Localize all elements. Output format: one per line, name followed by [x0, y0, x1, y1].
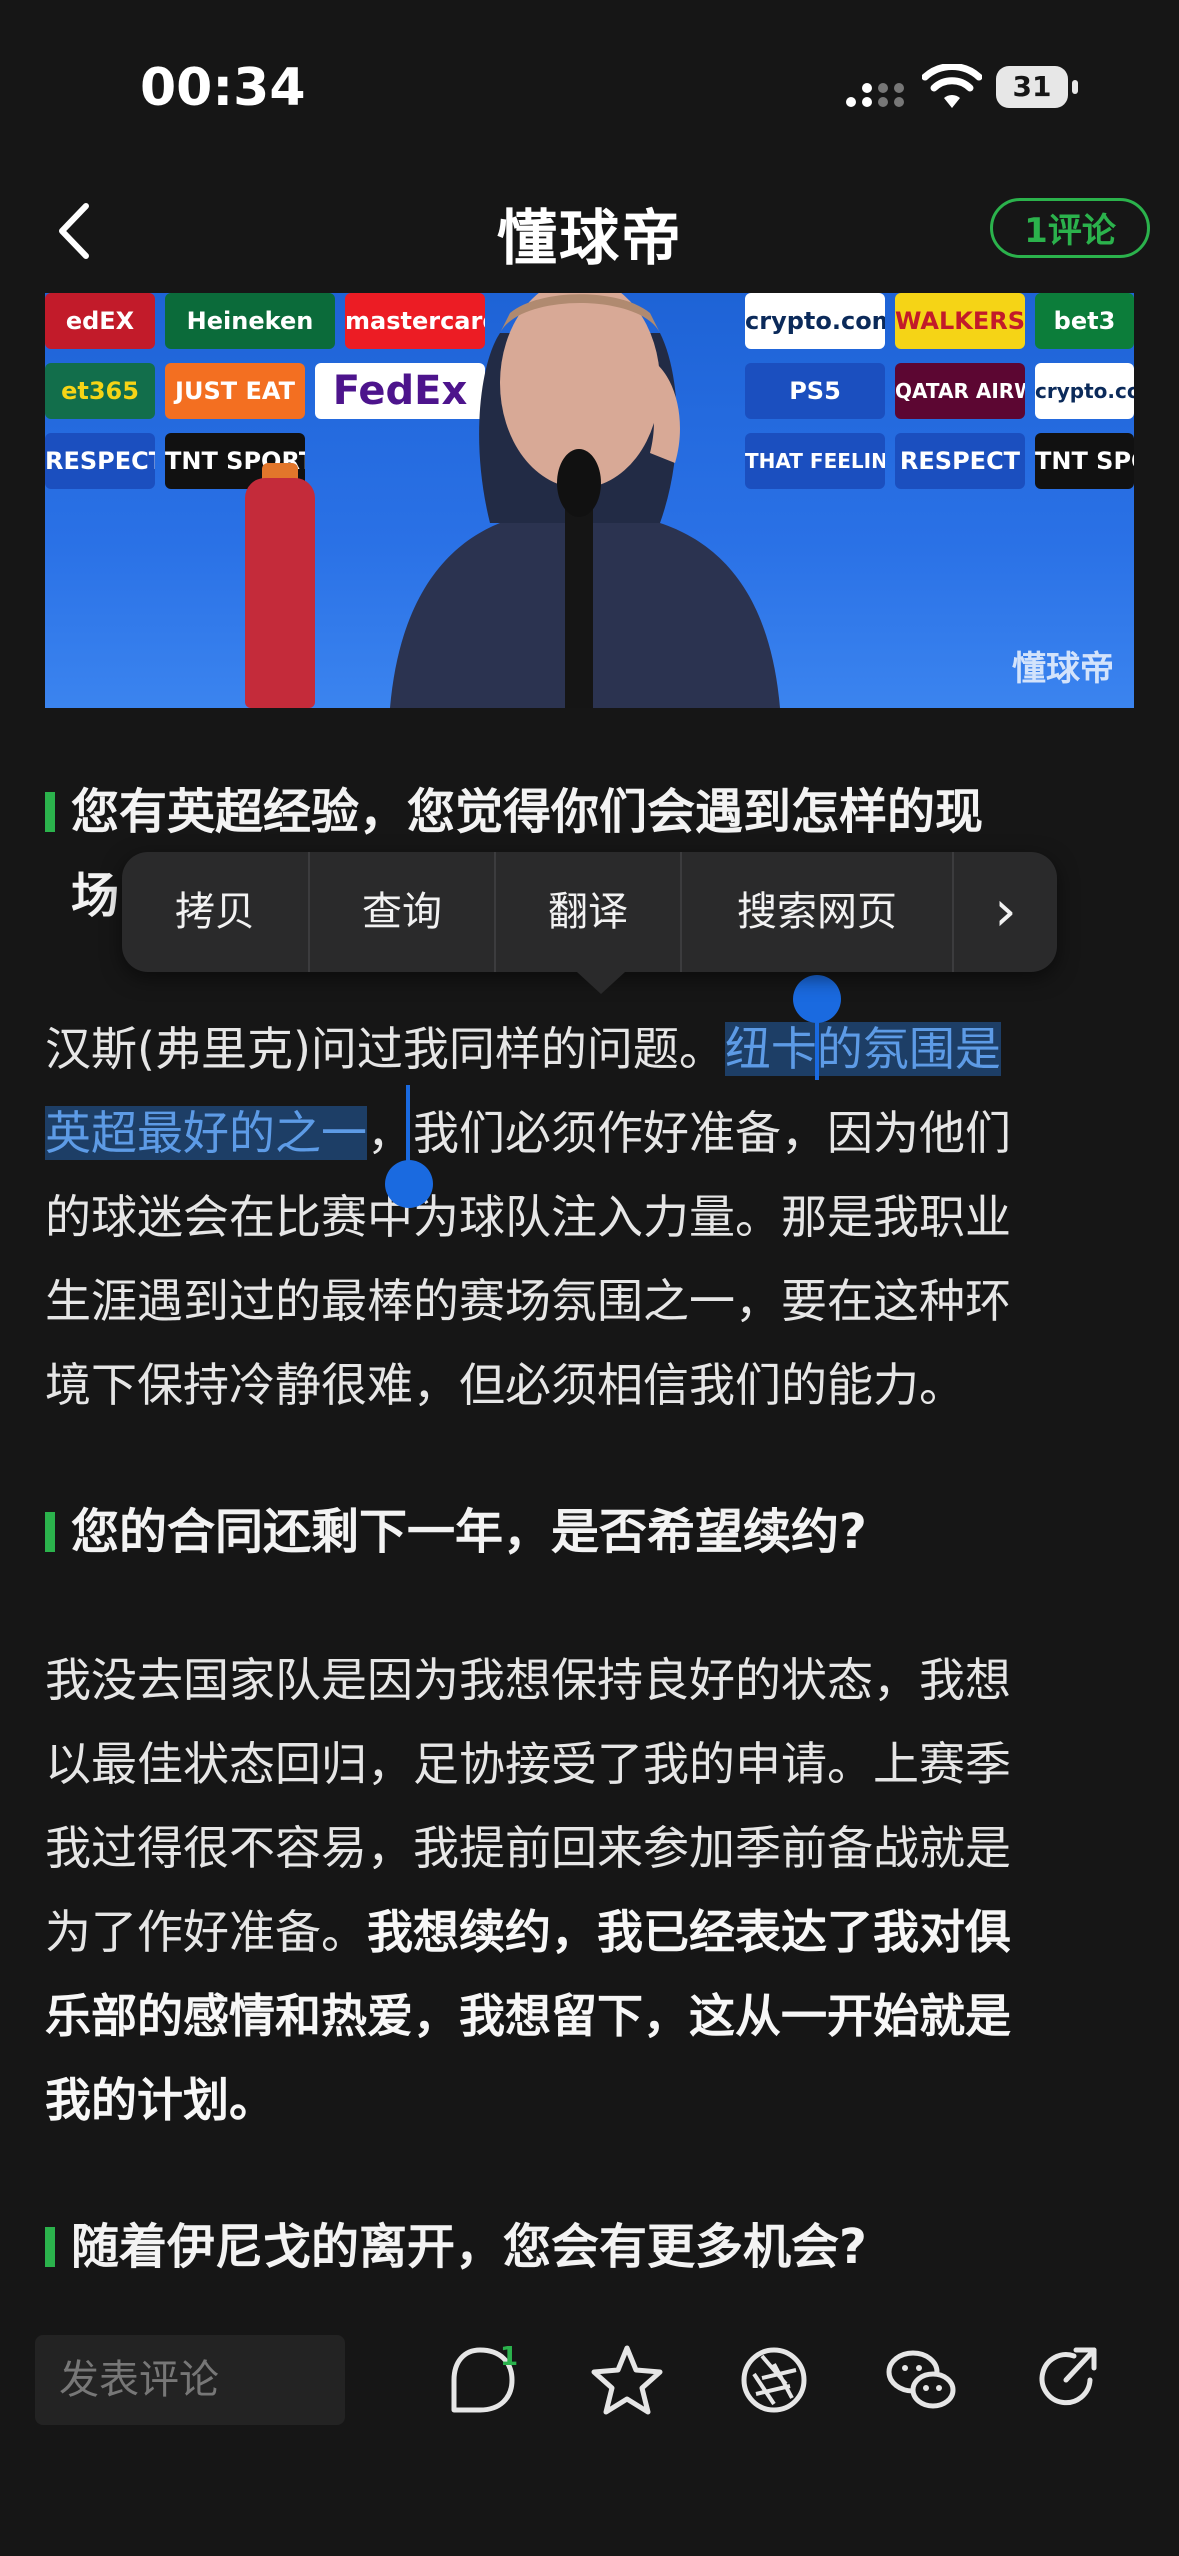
menu-pointer — [577, 972, 625, 994]
sponsor-tile: bet3 — [1035, 293, 1134, 349]
player-photo — [390, 293, 780, 708]
heading-accent-bar — [45, 792, 55, 832]
heading-accent-bar — [45, 1512, 55, 1552]
menu-search-web[interactable]: 搜索网页 — [682, 852, 952, 972]
selected-text: 英超最好的之一 — [45, 1106, 367, 1160]
shutter-icon[interactable] — [734, 2340, 814, 2420]
battery-icon: 31 — [996, 66, 1078, 108]
answer-paragraph[interactable]: 汉斯(弗里克)问过我同样的问题。纽卡的氛围是 英超最好的之一，我们必须作好准备，… — [45, 1007, 1145, 1427]
status-time: 00:34 — [140, 58, 306, 118]
menu-lookup[interactable]: 查询 — [310, 852, 494, 972]
image-watermark: 懂球帝 — [1012, 649, 1114, 689]
sponsor-tile: crypto.com — [1035, 363, 1134, 419]
selection-handle-end-line — [406, 1085, 410, 1165]
selection-handle-start[interactable] — [793, 975, 841, 1023]
article-image[interactable]: edEX Heineken mastercard crypto.com WALK… — [45, 293, 1134, 708]
sponsor-tile: et365 — [45, 363, 155, 419]
wifi-icon — [922, 64, 982, 108]
sponsor-tile: RESPECT — [45, 433, 155, 489]
answer-paragraph[interactable]: 我没去国家队是因为我想保持良好的状态，我想 以最佳状态回归，足协接受了我的申请。… — [45, 1638, 1145, 2142]
top-nav: 懂球帝 1评论 — [0, 170, 1179, 290]
sponsor-tile: TNT SPOR — [1035, 433, 1134, 489]
drink-bottle — [245, 478, 315, 708]
battery-level: 31 — [996, 66, 1068, 108]
sponsor-tile: Heineken — [165, 293, 335, 349]
menu-translate[interactable]: 翻译 — [496, 852, 680, 972]
heading-accent-bar — [45, 2227, 55, 2267]
comment-input[interactable]: 发表评论 — [35, 2335, 345, 2425]
text-selection-menu: 拷贝 查询 翻译 搜索网页 › — [122, 852, 1057, 994]
menu-copy[interactable]: 拷贝 — [122, 852, 308, 972]
sponsor-tile: QATAR AIRWAYS — [895, 363, 1025, 419]
sponsor-tile: RESPECT — [895, 433, 1025, 489]
share-icon[interactable] — [1028, 2340, 1108, 2420]
sponsor-tile: WALKERS — [895, 293, 1025, 349]
wechat-icon[interactable] — [881, 2340, 961, 2420]
app-logo: 懂球帝 — [497, 204, 683, 274]
sponsor-tile: edEX — [45, 293, 155, 349]
status-bar: 00:34 31 — [0, 0, 1179, 170]
chevron-left-icon[interactable] — [50, 200, 100, 262]
sponsor-tile: JUST EAT — [165, 363, 305, 419]
star-icon[interactable] — [587, 2340, 667, 2420]
bottom-toolbar: 发表评论 1 — [0, 2310, 1179, 2556]
selected-text: 纽卡的氛围是 — [724, 1022, 1001, 1076]
signal-icon — [846, 83, 904, 107]
menu-more-chevron-icon[interactable]: › — [954, 852, 1057, 972]
selection-handle-end[interactable] — [385, 1160, 433, 1208]
question-heading: 您的合同还剩下一年，是否希望续约? — [45, 1490, 1145, 1574]
question-heading: 随着伊尼戈的离开，您会有更多机会? — [45, 2205, 1145, 2289]
comment-count-badge: 1 — [500, 2342, 519, 2372]
comments-button[interactable]: 1评论 — [990, 198, 1150, 258]
